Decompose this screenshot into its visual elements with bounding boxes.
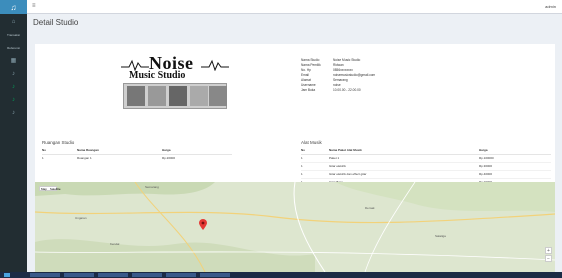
column-header: Nama Paket Alat Musik	[329, 147, 479, 155]
table-row: 1 Gitar elektrik dan effect gitar Rp.40000	[301, 169, 551, 178]
start-icon[interactable]	[4, 273, 10, 277]
studio-logo: Noise Music Studio	[121, 53, 229, 111]
main-content: Detail Studio Noise Music Studio Nama St…	[27, 14, 562, 272]
taskbar-app[interactable]	[64, 273, 94, 277]
map-label: Demak	[365, 206, 375, 210]
headphones-icon[interactable]: ♫	[0, 0, 27, 14]
map-label: Ungaran	[75, 216, 87, 220]
table-cell: Rp.100000	[479, 153, 551, 162]
table-cell: 1	[301, 153, 329, 162]
table-cell: 1	[301, 169, 329, 178]
table-row: 1 Ruangan 1 Rp.20000	[42, 153, 232, 162]
user-menu[interactable]: admin	[545, 4, 556, 9]
os-taskbar	[0, 272, 562, 278]
taskbar-app[interactable]	[98, 273, 128, 277]
location-map[interactable]: Map Satellite Semarang Ungaran Demak Ken…	[35, 182, 555, 272]
table-row: 1 Gitar elektrik Rp.30000	[301, 161, 551, 170]
taskbar-app[interactable]	[200, 273, 230, 277]
table-cell: Paket 1	[329, 153, 479, 162]
top-navbar: ≡ admin	[27, 0, 562, 14]
music-icon[interactable]: ♪	[0, 81, 27, 92]
taskbar-app[interactable]	[166, 273, 196, 277]
table-cell: Ruangan 1	[77, 153, 162, 162]
sidebar-item-label: Transaksi	[7, 32, 20, 37]
table-cell: Rp.30000	[479, 161, 551, 170]
studio-photo-strip	[123, 83, 227, 109]
studio-info: Nama Studio Noise Music Studio Nama Pemili…	[301, 58, 393, 93]
page-title: Detail Studio	[33, 18, 79, 27]
map-terrain	[35, 182, 555, 272]
info-key: Jam Buka	[301, 88, 316, 92]
taskbar-app[interactable]	[30, 273, 60, 277]
sidebar-item-transaksi[interactable]: Transaksi	[0, 29, 27, 40]
map-button[interactable]: Map	[41, 187, 47, 191]
column-header: No	[301, 147, 329, 155]
column-header: Harga	[479, 147, 551, 155]
sidebar: ♫ ⌂ Transaksi Referensi ▦ ♪ ♪ ♪ ♪	[0, 0, 27, 272]
music-icon[interactable]: ♪	[0, 107, 27, 118]
column-header: Harga	[162, 147, 232, 155]
location-pin-icon[interactable]	[199, 219, 207, 230]
info-row: Jam Buka 10.00.00 - 22.00.00	[301, 88, 393, 93]
map-label: Kendal	[110, 242, 120, 246]
zoom-in-button[interactable]: +	[545, 247, 552, 254]
column-header: No	[42, 147, 77, 155]
music-icon[interactable]: ♪	[0, 68, 27, 79]
table-cell: Rp.40000	[479, 169, 551, 178]
grid-icon[interactable]: ▦	[0, 55, 27, 66]
alat-title: Alat Musik	[301, 140, 322, 145]
wave-graphic	[201, 59, 229, 71]
taskbar-app[interactable]	[132, 273, 162, 277]
table-row: 1 Paket 1 Rp.100000	[301, 153, 551, 162]
logo-music-studio-text: Music Studio	[129, 70, 186, 81]
satellite-button[interactable]: Satellite	[50, 187, 61, 191]
map-type-toggle[interactable]: Map Satellite	[39, 186, 61, 191]
home-icon[interactable]: ⌂	[0, 16, 27, 27]
table-cell: 1	[301, 161, 329, 170]
map-label: Salatiga	[435, 234, 446, 238]
table-cell: Rp.20000	[162, 153, 232, 162]
sidebar-item-referensi[interactable]: Referensi	[0, 42, 27, 53]
menu-icon[interactable]: ≡	[32, 3, 36, 9]
table-cell: 1	[42, 153, 77, 162]
column-header: Nama Ruangan	[77, 147, 162, 155]
table-cell: Gitar elektrik dan effect gitar	[329, 169, 479, 178]
ruangan-title: Ruangan Studio	[42, 140, 75, 145]
zoom-out-button[interactable]: −	[545, 255, 552, 262]
table-cell: Gitar elektrik	[329, 161, 479, 170]
music-icon[interactable]: ♪	[0, 94, 27, 105]
sidebar-item-label: Referensi	[7, 45, 20, 50]
map-label: Semarang	[145, 185, 159, 189]
ruangan-table: No Nama Ruangan Harga 1 Ruangan 1 Rp.20000	[42, 147, 232, 162]
info-value: 10.00.00 - 22.00.00	[333, 88, 361, 92]
